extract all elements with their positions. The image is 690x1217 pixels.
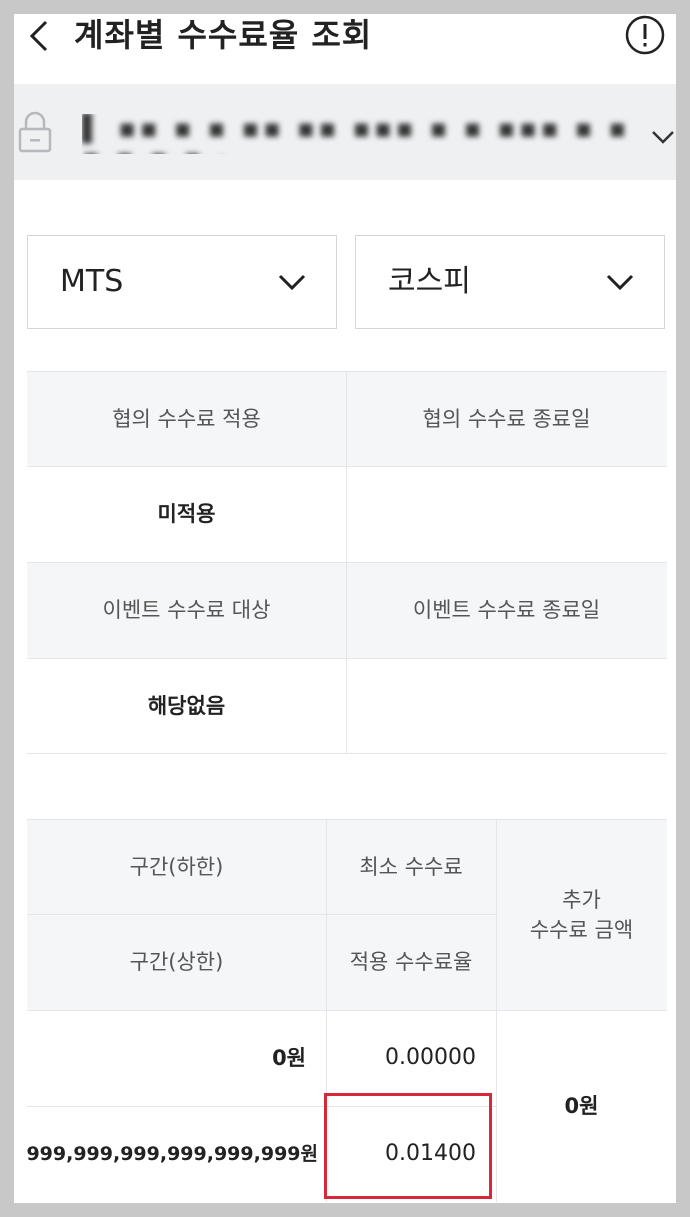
divider bbox=[27, 819, 667, 820]
back-arrow-icon[interactable] bbox=[20, 16, 60, 56]
divider bbox=[27, 466, 667, 467]
event-fee-value: 해당없음 bbox=[27, 658, 346, 753]
account-number-masked: ▌ ▪▪ ▪ ▪ ▪▪ ▪▪ ▪▪▪ ▪ ▪ ▪▪▪ ▪ ▪ ▪ ▪ ▪ ▪ · bbox=[82, 114, 631, 154]
info-icon[interactable] bbox=[624, 14, 666, 56]
divider bbox=[27, 753, 667, 754]
chevron-down-icon[interactable] bbox=[650, 124, 676, 150]
rate-highlight-box bbox=[324, 1093, 492, 1199]
rate-header: 적용 수수료율 bbox=[326, 914, 496, 1010]
divider bbox=[27, 1010, 667, 1011]
divider bbox=[27, 914, 496, 915]
range-low-header: 구간(하한) bbox=[27, 819, 326, 914]
agreement-fee-value: 미적용 bbox=[27, 466, 346, 562]
lock-icon bbox=[18, 111, 52, 153]
agreement-end-date-value bbox=[346, 466, 667, 562]
divider bbox=[346, 371, 347, 753]
range-low-value: 0원 bbox=[27, 1010, 326, 1106]
event-end-date-value bbox=[346, 658, 667, 753]
divider bbox=[496, 819, 497, 1202]
account-selector[interactable]: ▌ ▪▪ ▪ ▪ ▪▪ ▪▪ ▪▪▪ ▪ ▪ ▪▪▪ ▪ ▪ ▪ ▪ ▪ ▪ · bbox=[14, 84, 676, 180]
chevron-down-icon bbox=[606, 274, 634, 291]
range-high-value: 999,999,999,999,999,999원 bbox=[14, 1106, 326, 1202]
agreement-end-date-header: 협의 수수료 종료일 bbox=[346, 371, 667, 466]
page-title: 계좌별 수수료율 조회 bbox=[74, 16, 373, 54]
min-fee-value: 0.00000 bbox=[326, 1010, 496, 1106]
divider bbox=[27, 562, 667, 563]
divider bbox=[27, 371, 667, 372]
top-app-bar: 계좌별 수수료율 조회 bbox=[14, 14, 676, 84]
divider bbox=[27, 658, 667, 659]
range-high-header: 구간(상한) bbox=[27, 914, 326, 1010]
screen: 계좌별 수수료율 조회 ▌ ▪▪ ▪ ▪ ▪▪ ▪▪ ▪▪▪ ▪ ▪ ▪▪▪ ▪… bbox=[14, 14, 676, 1203]
event-end-date-header: 이벤트 수수료 종료일 bbox=[346, 562, 667, 658]
min-fee-header: 최소 수수료 bbox=[326, 819, 496, 914]
chevron-down-icon bbox=[278, 274, 306, 291]
channel-select[interactable]: MTS bbox=[27, 235, 337, 329]
extra-fee-value: 0원 bbox=[496, 1010, 667, 1202]
event-fee-header: 이벤트 수수료 대상 bbox=[27, 562, 346, 658]
market-select-value: 코스피 bbox=[388, 264, 471, 299]
channel-select-value: MTS bbox=[60, 264, 124, 299]
market-select[interactable]: 코스피 bbox=[355, 235, 665, 329]
extra-fee-header: 추가 수수료 금액 bbox=[496, 819, 667, 1010]
agreement-fee-header: 협의 수수료 적용 bbox=[27, 371, 346, 466]
